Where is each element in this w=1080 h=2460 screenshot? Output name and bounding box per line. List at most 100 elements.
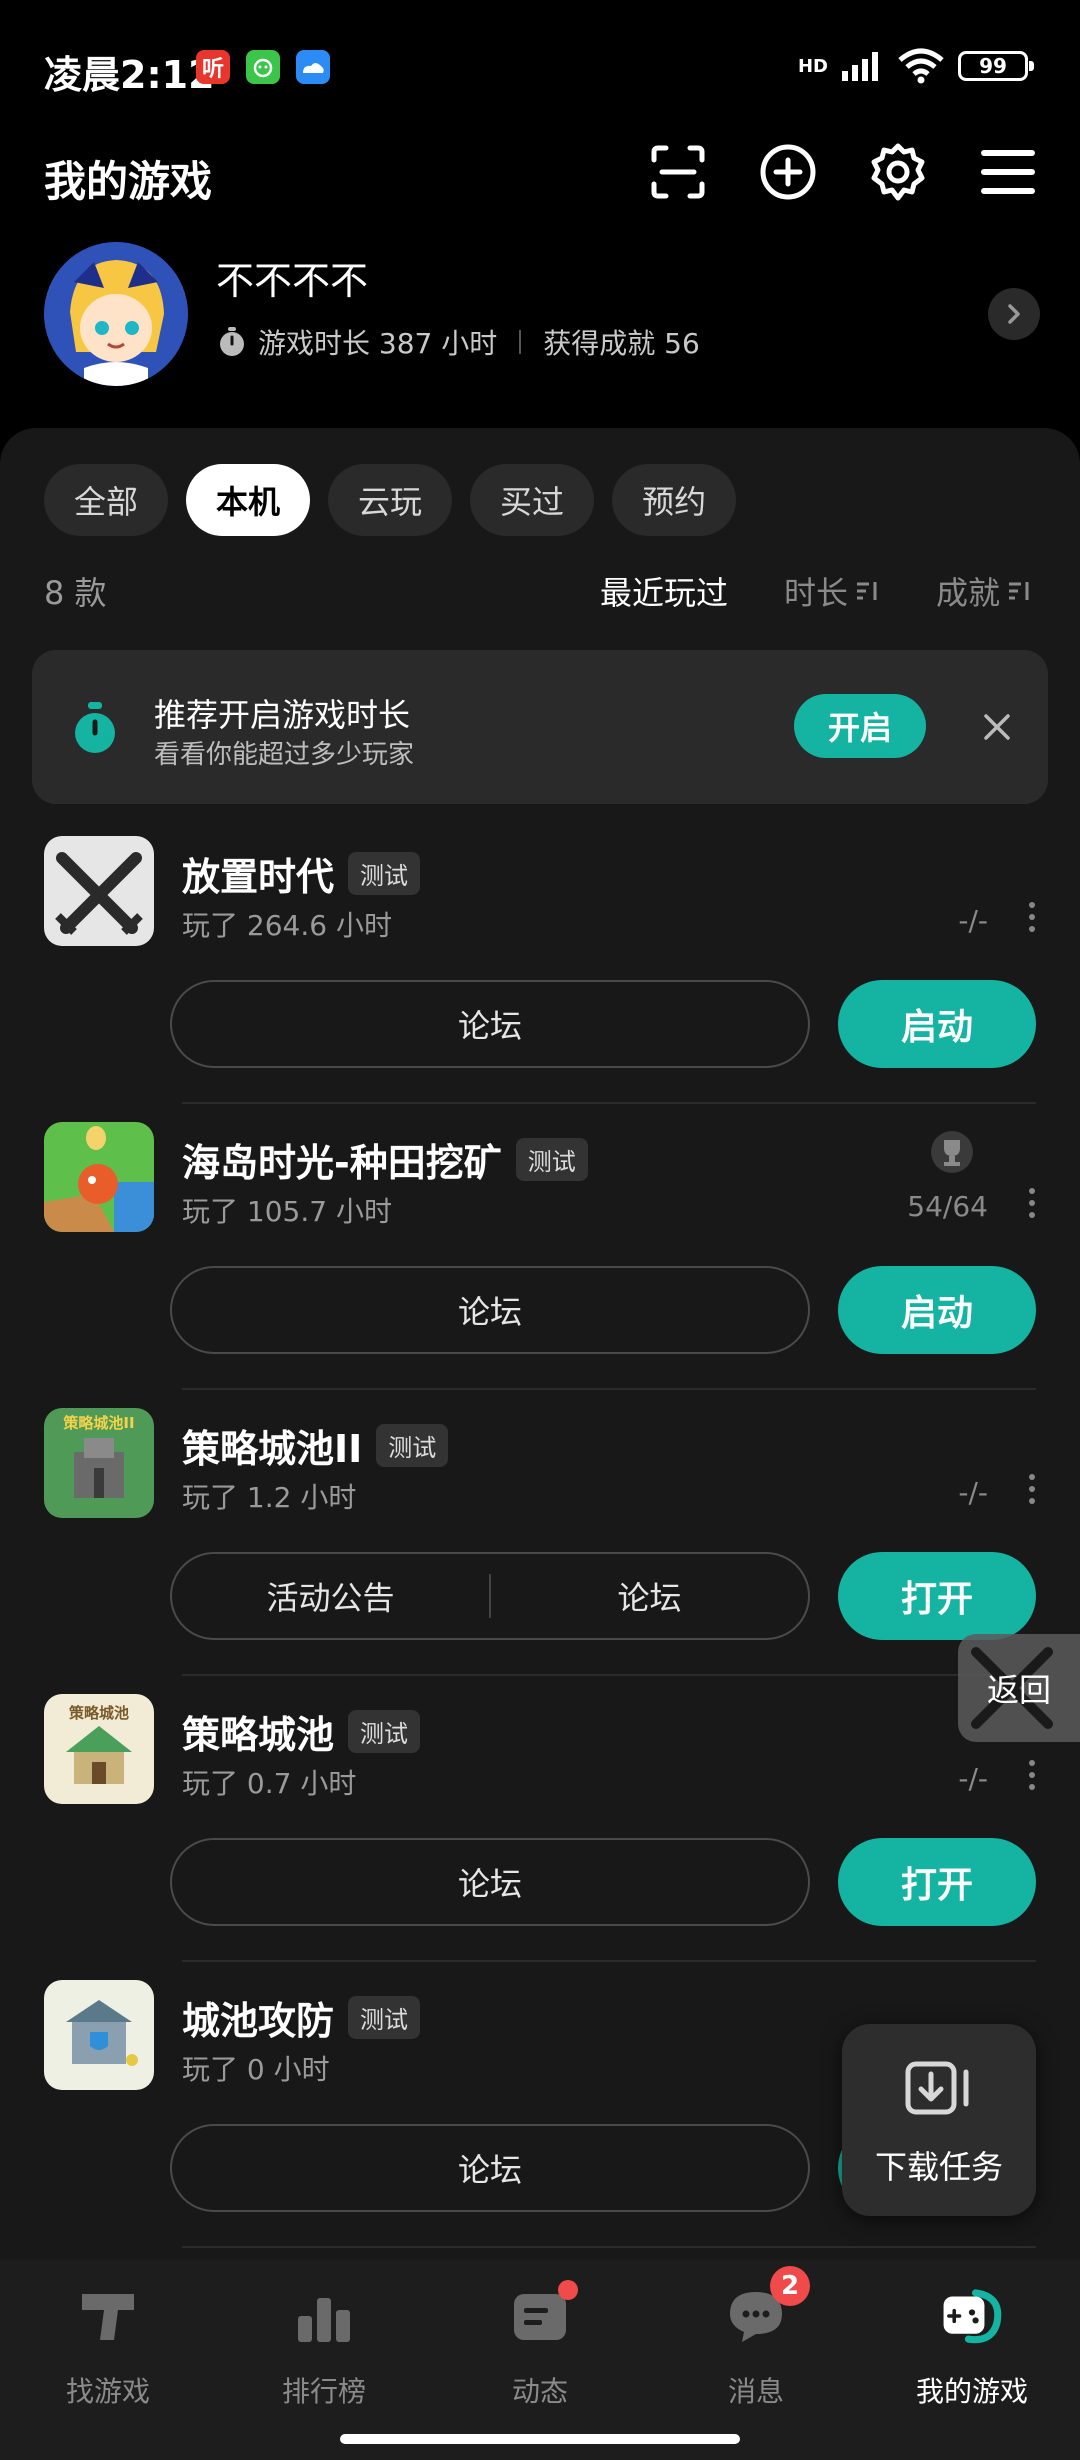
nav-label: 排行榜	[281, 2375, 366, 2408]
forum-button[interactable]: 论坛	[491, 1573, 808, 1619]
gamepad-icon	[940, 2284, 1004, 2348]
game-name[interactable]: 城池攻防	[182, 1990, 334, 2045]
download-tasks-label: 下载任务	[874, 2148, 1003, 2186]
game-icon-strategy-city[interactable]: 策略城池	[44, 1694, 154, 1804]
game-achievements: -/-	[958, 1762, 988, 1795]
game-playtime: 玩了 0.7 小时	[182, 1767, 357, 1800]
game-icon-idle-era[interactable]	[44, 836, 154, 946]
menu-icon[interactable]	[976, 140, 1040, 204]
game-playtime: 玩了 1.2 小时	[182, 1481, 357, 1514]
game-row: 放置时代 测试 玩了 264.6 小时 -/- 论坛 启动	[0, 836, 1080, 1122]
forum-button[interactable]: 论坛	[170, 1838, 810, 1926]
game-name[interactable]: 策略城池II	[182, 1418, 362, 1473]
avatar[interactable]	[44, 242, 188, 386]
divider	[182, 1674, 1036, 1676]
return-label: 返回	[986, 1671, 1051, 1709]
close-icon[interactable]	[982, 706, 1012, 752]
nav-find-games[interactable]: 找游戏	[0, 2260, 216, 2460]
wechat-app-icon	[246, 50, 280, 84]
game-title: 城池攻防 测试	[182, 1990, 421, 2045]
sort-order-icon	[856, 582, 877, 600]
nav-label: 找游戏	[65, 2375, 150, 2408]
sort-achievement-label: 成就	[935, 574, 1000, 612]
banner-subtitle: 看看你能超过多少玩家	[154, 740, 415, 770]
forum-button[interactable]: 论坛	[170, 2124, 810, 2212]
game-achievements: -/-	[958, 1476, 988, 1509]
game-name[interactable]: 放置时代	[182, 846, 334, 901]
settings-gear-icon[interactable]	[866, 140, 930, 204]
test-badge: 测试	[348, 1710, 421, 1753]
divider	[182, 1388, 1036, 1390]
filter-tabs: 全部 本机 云玩 买过 预约	[44, 464, 737, 536]
game-playtime: 玩了 0 小时	[182, 2053, 330, 2086]
forum-label: 论坛	[457, 1865, 522, 1903]
game-achievements: -/-	[958, 904, 988, 937]
sort-recent[interactable]: 最近玩过	[600, 568, 728, 614]
leaderboard-icon	[292, 2284, 356, 2348]
tab-reserved[interactable]: 预约	[612, 464, 737, 536]
launch-button[interactable]: 启动	[838, 1266, 1036, 1354]
profile-achievements: 获得成就 56	[543, 327, 700, 360]
sort-playtime[interactable]: 时长	[784, 568, 880, 614]
profile-playtime: 游戏时长 387 小时	[258, 327, 498, 360]
download-icon	[905, 2061, 969, 2115]
nav-rankings[interactable]: 排行榜	[216, 2260, 432, 2460]
status-bar: 凌晨2:12 听 HD 99	[0, 0, 1080, 130]
open-button[interactable]: 打开	[838, 1838, 1036, 1926]
forum-button[interactable]: 论坛	[170, 1266, 810, 1354]
test-badge: 测试	[348, 852, 421, 895]
game-icon-island-time[interactable]	[44, 1122, 154, 1232]
nav-my-games[interactable]: 我的游戏	[864, 2260, 1080, 2460]
forum-label: 论坛	[457, 2151, 522, 2189]
cloud-app-icon	[296, 50, 330, 84]
sort-options: 最近玩过 时长 成就	[600, 568, 1032, 614]
game-name[interactable]: 策略城池	[182, 1704, 334, 1759]
taptap-logo-icon	[76, 2284, 140, 2348]
stopwatch-icon	[220, 327, 244, 356]
more-vertical-icon[interactable]	[1024, 1188, 1040, 1218]
more-vertical-icon[interactable]	[1024, 1760, 1040, 1790]
launch-button[interactable]: 启动	[838, 980, 1036, 1068]
enable-playtime-button[interactable]: 开启	[794, 694, 926, 758]
game-title: 策略城池II 测试	[182, 1418, 449, 1473]
forum-button[interactable]: 论坛	[170, 980, 810, 1068]
event-notice-button[interactable]: 活动公告	[172, 1573, 489, 1619]
wifi-icon	[898, 48, 944, 84]
game-title: 放置时代 测试	[182, 846, 421, 901]
tab-all[interactable]: 全部	[44, 464, 169, 536]
more-vertical-icon[interactable]	[1024, 902, 1040, 932]
notification-dot	[558, 2280, 578, 2300]
bottom-navigation: 找游戏 排行榜 动态 2 消息 我的游戏	[0, 2260, 1080, 2460]
game-name[interactable]: 海岛时光-种田挖矿	[182, 1132, 502, 1187]
open-button[interactable]: 打开	[838, 1552, 1036, 1640]
download-tasks-button[interactable]: 下载任务	[842, 2024, 1036, 2216]
trophy-icon	[931, 1131, 973, 1173]
add-circle-icon[interactable]	[756, 140, 820, 204]
nav-messages[interactable]: 2 消息	[648, 2260, 864, 2460]
game-row: 策略城池II 策略城池II 测试 玩了 1.2 小时 -/- 活动公告 论坛 打…	[0, 1408, 1080, 1694]
signal-icon	[842, 52, 878, 81]
game-count: 8 款	[44, 574, 107, 612]
tab-purchased[interactable]: 买过	[470, 464, 595, 536]
return-floating-button[interactable]: 返回	[958, 1634, 1080, 1742]
home-indicator[interactable]	[340, 2434, 740, 2444]
chevron-right-icon[interactable]	[988, 288, 1040, 340]
test-badge: 测试	[348, 1996, 421, 2039]
more-vertical-icon[interactable]	[1024, 1474, 1040, 1504]
sort-achievement[interactable]: 成就	[936, 568, 1032, 614]
tab-cloud[interactable]: 云玩	[328, 464, 453, 536]
game-icon-city-defense[interactable]	[44, 1980, 154, 2090]
profile-divider	[519, 330, 522, 354]
scan-icon[interactable]	[646, 140, 710, 204]
nav-feed[interactable]: 动态	[432, 2260, 648, 2460]
forum-label: 论坛	[457, 1293, 522, 1331]
ting-app-icon: 听	[196, 50, 230, 84]
test-badge: 测试	[376, 1424, 449, 1467]
unread-count-badge: 2	[770, 2266, 810, 2306]
sort-order-icon	[1009, 582, 1029, 600]
tab-local[interactable]: 本机	[186, 464, 311, 536]
game-icon-strategy-city-2[interactable]: 策略城池II	[44, 1408, 154, 1518]
sort-playtime-label: 时长	[783, 574, 848, 612]
action-button-group: 活动公告 论坛	[170, 1552, 810, 1640]
game-icon-text: 策略城池	[68, 1704, 129, 1722]
